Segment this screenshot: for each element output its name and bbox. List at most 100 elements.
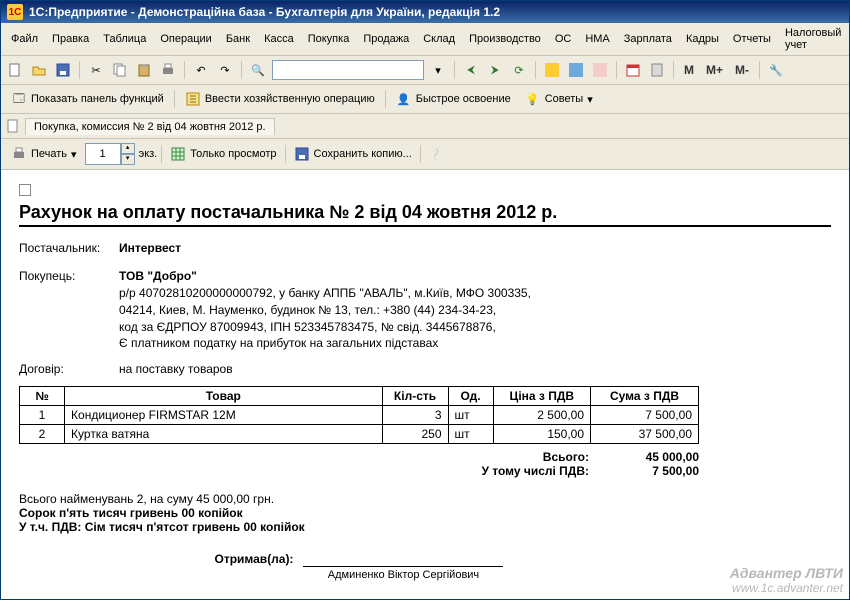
view-only-button[interactable]: Только просмотр [166,144,280,164]
secondary-toolbar: 🗔 Показать панель функций Ввести хозяйст… [1,85,849,114]
menu-file[interactable]: Файл [5,31,44,47]
vat-label: У тому числі ПДВ: [481,464,589,478]
tab-title: Покупка, комиссия № 2 від 04 жовтня 2012… [34,121,266,133]
col-name: Товар [65,387,382,406]
new-icon[interactable] [5,60,25,80]
menu-operations[interactable]: Операции [154,31,217,47]
received-name: Админенко Віктор Сергійович [328,569,479,581]
contract-value: на поставку товаров [119,362,233,376]
chevron-down-icon: ▾ [71,148,77,161]
menu-hr[interactable]: Кадры [680,31,725,47]
menu-table[interactable]: Таблица [97,31,152,47]
page-corner-marker [19,184,31,196]
menu-production[interactable]: Производство [463,31,547,47]
summary-count: Всього найменувань 2, на суму 45 000,00 … [19,492,831,506]
table-icon [170,146,186,162]
memory-m-minus[interactable]: M- [731,63,753,77]
totals-block: Всього: 45 000,00 У тому числі ПДВ: 7 500,… [19,450,699,478]
copies-input[interactable] [85,143,121,165]
col-sum: Сума з ПДВ [591,387,699,406]
summary-words: Сорок п'ять тисяч гривень 00 копійок [19,506,831,520]
panel-icon: 🗔 [11,91,27,107]
dropdown-icon[interactable]: ▾ [428,60,448,80]
print-icon[interactable] [158,60,178,80]
document-tab[interactable]: Покупка, комиссия № 2 від 04 жовтня 2012… [25,118,275,135]
table-row: 2 Куртка ватяна 250 шт 150,00 37 500,00 [20,425,699,444]
save-copy-button[interactable]: Сохранить копию... [290,144,416,164]
summary-block: Всього найменувань 2, на суму 45 000,00 … [19,492,831,534]
col-price: Ціна з ПДВ [493,387,590,406]
menu-tax[interactable]: Налоговый учет [779,25,848,53]
main-menu: Файл Правка Таблица Операции Банк Касса … [1,23,849,56]
spin-up-icon[interactable]: ▴ [121,143,135,154]
diskette-icon [294,146,310,162]
copies-spinner[interactable]: ▴ ▾ [85,143,135,165]
redo-icon[interactable]: ↷ [215,60,235,80]
show-panel-button[interactable]: 🗔 Показать панель функций [7,89,168,109]
menu-salary[interactable]: Зарплата [618,31,678,47]
app3-icon[interactable] [590,60,610,80]
signature-row: Отримав(ла): Админенко Віктор Сергійович [19,552,699,581]
copy-icon[interactable] [110,60,130,80]
bulb-icon: 💡 [525,91,541,107]
main-toolbar: ✂ ↶ ↷ 🔍 ▾ ⮜ ⮞ ⟳ M M+ M- 🔧 [1,56,849,85]
doc-tab-icon [5,118,21,134]
menu-os[interactable]: ОС [549,31,578,47]
enter-operation-button[interactable]: Ввести хозяйственную операцию [181,89,379,109]
calc-icon[interactable] [647,60,667,80]
address-combo[interactable] [272,60,424,80]
menu-sale[interactable]: Продажа [357,31,415,47]
table-row: 1 Кондиционер FIRMSTAR 12M 3 шт 2 500,00… [20,406,699,425]
total-value: 45 000,00 [609,450,699,464]
app2-icon[interactable] [566,60,586,80]
menu-cash[interactable]: Касса [258,31,300,47]
signature-line [303,552,503,567]
app1-icon[interactable] [542,60,562,80]
cut-icon[interactable]: ✂ [86,60,106,80]
buyer-label: Покупець: [19,269,119,283]
settings-icon[interactable]: 🔧 [766,60,786,80]
copies-suffix: экз. [139,148,158,160]
buyer-value: ТОВ "Добро" [119,269,197,283]
paste-icon[interactable] [134,60,154,80]
wizard-icon: 👤 [396,91,412,107]
tips-button[interactable]: 💡 Советы ▾ [521,89,597,109]
forward-icon[interactable]: ⮞ [485,60,505,80]
print-button[interactable]: Печать ▾ [7,144,81,164]
supplier-label: Постачальник: [19,241,119,255]
menu-reports[interactable]: Отчеты [727,31,777,47]
menu-warehouse[interactable]: Склад [417,31,461,47]
app-logo-icon: 1C [7,4,23,20]
vat-value: 7 500,00 [609,464,699,478]
open-icon[interactable] [29,60,49,80]
memory-m[interactable]: M [680,63,698,77]
refresh-icon[interactable]: ⟳ [509,60,529,80]
total-label: Всього: [543,450,589,464]
menu-nma[interactable]: НМА [579,31,615,47]
title-bar: 1C 1С:Предприятие - Демонстраційна база … [1,1,849,23]
table-header-row: № Товар Кіл-сть Од. Ціна з ПДВ Сума з ПД… [20,387,699,406]
menu-bank[interactable]: Банк [220,31,256,47]
undo-icon[interactable]: ↶ [191,60,211,80]
spin-down-icon[interactable]: ▾ [121,154,135,165]
quick-start-button[interactable]: 👤 Быстрое освоение [392,89,515,109]
menu-edit[interactable]: Правка [46,31,95,47]
buyer-details: р/р 40702810200000000792, у банку АППБ "… [119,285,831,352]
calendar-icon[interactable] [623,60,643,80]
title-underline [19,225,831,227]
find-icon[interactable]: 🔍 [248,60,268,80]
operation-icon [185,91,201,107]
chevron-down-icon: ▾ [587,93,593,106]
memory-m-plus[interactable]: M+ [702,63,727,77]
menu-purchase[interactable]: Покупка [302,31,356,47]
help-icon[interactable]: ❔ [425,144,445,164]
save-icon[interactable] [53,60,73,80]
col-qty: Кіл-сть [382,387,448,406]
document-tab-bar: Покупка, комиссия № 2 від 04 жовтня 2012… [1,114,849,139]
back-icon[interactable]: ⮜ [461,60,481,80]
watermark: Адвантер ЛВТИ www.1c.advanter.net [730,565,843,595]
col-num: № [20,387,65,406]
summary-vat-words: У т.ч. ПДВ: Сім тисяч п'ятсот гривень 00… [19,520,831,534]
window-title: 1С:Предприятие - Демонстраційна база - Б… [29,5,500,19]
printer-icon [11,146,27,162]
